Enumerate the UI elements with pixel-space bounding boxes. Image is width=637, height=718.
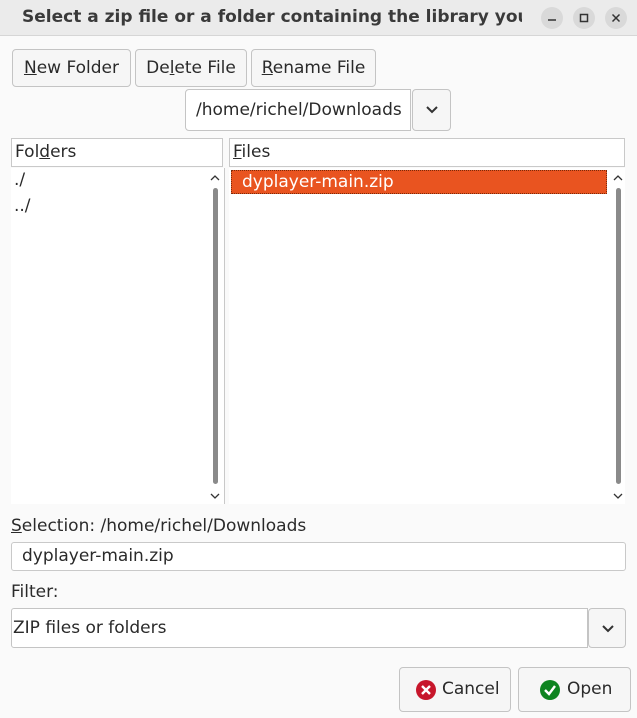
- path-dropdown-button[interactable]: [412, 89, 451, 131]
- folder-item-parent[interactable]: ../: [14, 196, 31, 216]
- files-list[interactable]: dyplayer-main.zip: [229, 168, 625, 504]
- folders-scrollbar[interactable]: [213, 188, 218, 484]
- maximize-icon: [579, 13, 589, 23]
- new-folder-mnemonic: N: [23, 58, 37, 78]
- delete-file-label-pre: De: [146, 58, 170, 78]
- folders-header-mnemonic: d: [39, 142, 51, 162]
- folder-item-current[interactable]: ./: [14, 170, 25, 190]
- filter-dropdown-button[interactable]: [588, 608, 626, 648]
- minimize-button[interactable]: [541, 7, 563, 29]
- cancel-label: Cancel: [442, 679, 500, 699]
- files-scrollbar[interactable]: [616, 188, 621, 484]
- window-title: Select a zip file or a folder containing…: [22, 7, 522, 27]
- file-item-selected[interactable]: dyplayer-main.zip: [231, 170, 607, 194]
- folders-header-post: ers: [50, 142, 77, 162]
- path-combo[interactable]: /home/richel/Downloads: [185, 89, 411, 131]
- cancel-button[interactable]: Cancel: [399, 667, 511, 712]
- open-button[interactable]: Open: [518, 667, 631, 712]
- selection-label-post: election: /home/richel/Downloads: [21, 516, 307, 536]
- selection-input[interactable]: dyplayer-main.zip: [11, 542, 626, 571]
- chevron-down-icon: [602, 625, 614, 633]
- cancel-icon: [416, 680, 436, 700]
- scroll-down-icon[interactable]: [210, 491, 220, 501]
- open-label: Open: [567, 679, 613, 699]
- check-icon: [540, 680, 560, 700]
- folders-list[interactable]: ./ ../: [11, 168, 225, 504]
- close-icon: [611, 13, 621, 23]
- rename-file-label-post: ename File: [272, 58, 366, 78]
- scroll-up-icon[interactable]: [613, 173, 623, 183]
- files-header: Files: [229, 138, 625, 167]
- delete-file-label-post: ete File: [174, 58, 236, 78]
- folders-header-pre: Fol: [15, 142, 40, 162]
- files-header-mnemonic: F: [233, 142, 242, 162]
- title-bar[interactable]: Select a zip file or a folder containing…: [0, 0, 637, 36]
- selection-label: Selection: /home/richel/Downloads: [11, 516, 306, 536]
- scroll-down-icon[interactable]: [613, 491, 623, 501]
- delete-file-button[interactable]: Delete File: [135, 49, 247, 87]
- file-chooser-dialog: Select a zip file or a folder containing…: [0, 0, 637, 718]
- new-folder-button[interactable]: New Folder: [12, 49, 131, 87]
- folders-header: Folders: [11, 138, 223, 167]
- scroll-up-icon[interactable]: [210, 173, 220, 183]
- close-button[interactable]: [605, 7, 627, 29]
- rename-file-mnemonic: R: [261, 58, 273, 78]
- minimize-icon: [548, 19, 556, 21]
- new-folder-label-post: ew Folder: [36, 58, 120, 78]
- filter-combo[interactable]: ZIP files or folders: [11, 608, 588, 648]
- maximize-button[interactable]: [573, 7, 595, 29]
- rename-file-button[interactable]: Rename File: [251, 49, 376, 87]
- files-header-post: iles: [241, 142, 271, 162]
- chevron-down-icon: [426, 106, 438, 114]
- selection-label-mnemonic: S: [11, 516, 22, 536]
- filter-label: Filter:: [11, 582, 59, 602]
